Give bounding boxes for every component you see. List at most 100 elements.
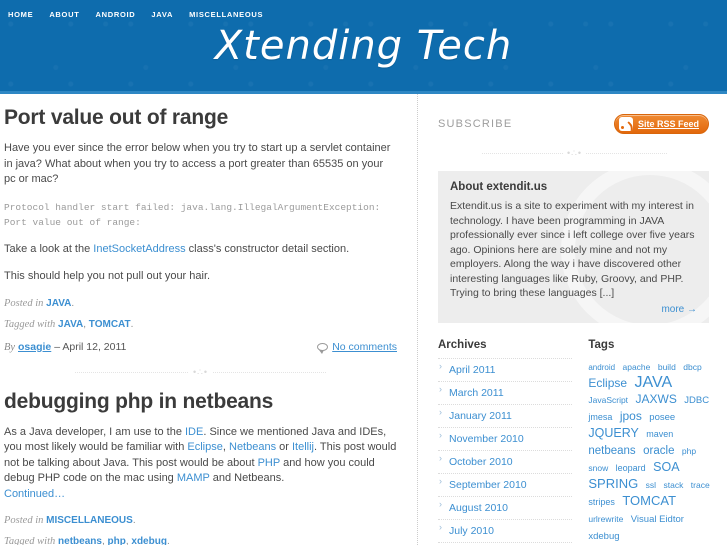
tag-cloud: android apache build dbcp Eclipse JAVA J… [588,358,719,544]
tag-cloud-link[interactable]: Visual Eidtor [631,514,684,525]
tag-cloud-link[interactable]: build [658,362,676,372]
site-title[interactable]: Xtending Tech [0,20,727,66]
mamp-link[interactable]: MAMP [177,472,210,484]
post-category-meta: Posted in JAVA. [4,297,397,311]
tag-cloud-link[interactable]: leopard [616,463,646,473]
section-divider-ornament: •∴• [4,366,397,377]
sidebar-divider-ornament: •∴• [430,148,719,158]
tag-cloud-link[interactable]: php [682,446,696,456]
tag-cloud-link[interactable]: android [588,363,615,372]
php-link[interactable]: PHP [258,457,280,469]
tag-cloud-link[interactable]: xdebug [588,531,619,542]
archive-list-item[interactable]: October 2010 [438,449,573,473]
site-rss-feed-button[interactable]: Site RSS Feed [613,114,709,134]
post-body: Have you ever since the error below when… [4,141,397,285]
text-segment: or [276,441,292,454]
eclipse-link[interactable]: Eclipse [187,441,222,453]
rss-button-label: Site RSS Feed [637,119,699,129]
tags-widget-title: Tags [588,338,615,351]
tag-cloud-link[interactable]: JavaScript [588,395,628,405]
author-link[interactable]: osagie [18,341,51,353]
nav-link-home[interactable]: HOME [8,10,33,19]
archive-list-item[interactable]: July 2010 [438,518,573,542]
archive-list-item[interactable]: April 2011 [438,357,573,381]
tag-cloud-link[interactable]: TOMCAT [622,493,676,508]
tag-cloud-link[interactable]: oracle [643,445,674,457]
tag-link-netbeans[interactable]: netbeans [58,536,102,545]
nav-item-java[interactable]: JAVA [151,4,173,22]
tag-cloud-link[interactable]: dbcp [683,362,701,372]
tag-cloud-link[interactable]: JAVA [635,374,673,391]
archives-widget: Archives April 2011 March 2011 January 201… [438,339,582,545]
tag-cloud-link[interactable]: netbeans [588,445,635,457]
tag-link-xdebug[interactable]: xdebug [131,536,167,545]
comments-link[interactable]: No comments [317,340,397,354]
archive-list-item[interactable]: March 2011 [438,380,573,404]
about-more-link[interactable]: more → [661,304,697,315]
about-widget-title: About extendit.us [450,181,548,193]
tagged-with-label: Tagged with [4,318,56,330]
inet-socket-address-link[interactable]: InetSocketAddress [93,243,185,255]
category-link-miscellaneous[interactable]: MISCELLANEOUS [46,515,133,526]
archive-link[interactable]: January 2011 [449,410,512,422]
primary-navigation[interactable]: HOME ABOUT ANDROID JAVA MISCELLANEOUS [0,0,727,20]
tag-cloud-link[interactable]: SPRING [588,476,638,491]
tag-cloud-link[interactable]: ssl [646,480,656,490]
nav-item-about[interactable]: ABOUT [49,4,79,22]
category-link-java[interactable]: JAVA [46,298,71,309]
archive-list-item[interactable]: August 2010 [438,495,573,519]
continued-link[interactable]: Continued… [4,488,65,500]
post-title[interactable]: debugging php in netbeans [4,390,397,414]
rss-icon [618,117,633,131]
period: . [132,515,136,527]
archive-list-item[interactable]: September 2010 [438,472,573,496]
tag-cloud-link[interactable]: posee [649,412,675,423]
archive-list-item[interactable]: January 2011 [438,403,573,427]
tag-cloud-link[interactable]: SOA [653,460,679,474]
archive-link[interactable]: October 2010 [449,456,513,468]
nav-link-miscellaneous[interactable]: MISCELLANEOUS [189,10,263,19]
ide-link[interactable]: IDE [185,426,203,438]
tag-cloud-link[interactable]: maven [646,429,673,439]
nav-link-java[interactable]: JAVA [151,10,173,19]
archive-link[interactable]: September 2010 [449,479,527,491]
tag-cloud-link[interactable]: stack [664,480,684,490]
nav-item-home[interactable]: HOME [8,4,33,22]
tag-cloud-link[interactable]: apache [623,362,651,372]
posted-in-label: Posted in [4,515,44,527]
archive-link[interactable]: November 2010 [449,433,524,445]
tag-cloud-link[interactable]: trace [691,480,710,490]
tag-cloud-link[interactable]: stripes [588,497,615,507]
archive-link[interactable]: April 2011 [449,364,496,376]
comments-label: No comments [332,340,397,353]
post-tags-meta: Tagged with JAVA, TOMCAT. [4,318,397,332]
paragraph-text-before: Take a look at the [4,242,94,255]
period: . [130,318,134,330]
nav-link-android[interactable]: ANDROID [95,10,135,19]
tag-cloud-link[interactable]: urlrewrite [588,514,623,524]
tag-cloud-link[interactable]: snow [588,463,608,473]
archive-list-item[interactable]: May 2010 [438,541,573,545]
tag-cloud-link[interactable]: JAXWS [636,392,677,406]
sidebar-widgets: Archives April 2011 March 2011 January 201… [430,339,719,545]
tag-link-php[interactable]: php [108,536,126,545]
nav-link-about[interactable]: ABOUT [49,10,79,19]
by-label: By [4,341,16,353]
tag-cloud-link[interactable]: Eclipse [588,376,627,390]
itellij-link[interactable]: Itellij [292,441,314,453]
archive-list-item[interactable]: November 2010 [438,426,573,450]
netbeans-link[interactable]: Netbeans [229,441,276,453]
tag-cloud-link[interactable]: JDBC [684,395,709,406]
tag-link-java[interactable]: JAVA [58,319,83,330]
tag-cloud-link[interactable]: JQUERY [588,426,638,440]
tag-link-tomcat[interactable]: TOMCAT [89,319,131,330]
archive-link[interactable]: March 2011 [449,387,504,399]
tag-cloud-link[interactable]: jpos [620,409,642,423]
archive-link[interactable]: July 2010 [449,525,494,537]
page-wrap: Port value out of range Have you ever si… [0,94,727,545]
nav-item-miscellaneous[interactable]: MISCELLANEOUS [189,4,263,22]
nav-item-android[interactable]: ANDROID [95,4,135,22]
tag-cloud-link[interactable]: jmesa [588,412,612,422]
post-title[interactable]: Port value out of range [4,106,397,130]
archive-link[interactable]: August 2010 [449,502,508,514]
